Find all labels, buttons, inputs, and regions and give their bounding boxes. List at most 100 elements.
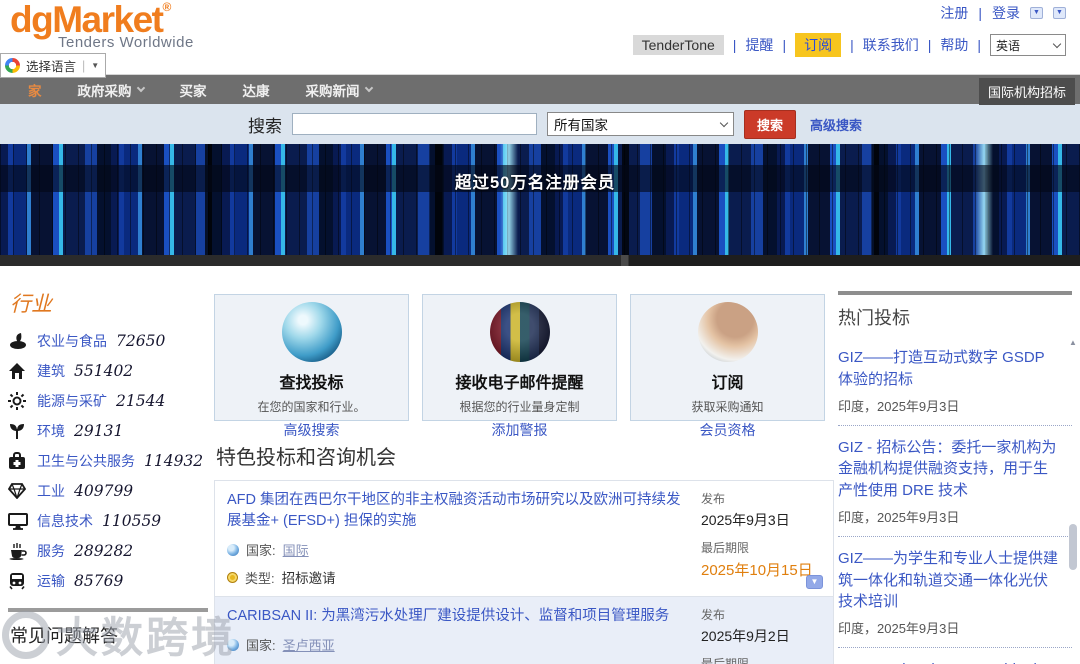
separator: |: [82, 58, 86, 73]
tender-country-line: 国家: 圣卢西亚: [227, 635, 683, 654]
chevron-down-icon: [136, 83, 145, 92]
sidebar-item-health-public-services[interactable]: 卫生与公共服务 114932: [8, 446, 208, 476]
international-tenders-button[interactable]: 国际机构招标: [978, 78, 1075, 105]
sidebar-item-count: 110559: [102, 512, 162, 530]
country-link[interactable]: 国际: [283, 540, 309, 559]
featured-tenders-title: 特色投标和咨询机会: [216, 447, 396, 469]
sidebar-item-agriculture[interactable]: 农业与食品 72650: [8, 326, 208, 356]
sidebar-item-count: 551402: [74, 362, 134, 380]
sidebar-item-energy-mining[interactable]: 能源与采矿 21544: [8, 386, 208, 416]
nav-label: 采购新闻: [305, 83, 360, 99]
hot-tender-link[interactable]: GIZ——打造互动式数字 GSDP 体验的招标: [838, 347, 1060, 391]
industries-sidebar: 行业 农业与食品 72650 建筑 551402 能源与采矿 21544 环境 …: [8, 284, 208, 664]
top-menu: TenderTone | 提醒 | 订阅 | 联系我们 | 帮助 | 英语: [632, 33, 1066, 57]
sidebar-item-information-technology[interactable]: 信息技术 110559: [8, 506, 208, 536]
tender-title-link[interactable]: AFD 集团在西巴尔干地区的非主权融资活动市场研究以及欧洲可持续发展基金+ (E…: [227, 490, 682, 532]
advanced-search-link[interactable]: 高级搜索: [810, 115, 862, 134]
hot-tender-item: Construction d'un Immeuble de Bureaux de…: [838, 648, 1072, 664]
account-dropdown-icon[interactable]: ▼: [1053, 7, 1066, 19]
tender-row: CARIBSAN II: 为黑湾污水处理厂建设提供设计、监督和项目管理服务 国家…: [215, 597, 833, 664]
monitor-icon: [8, 512, 28, 530]
row-expand-icon[interactable]: ▼: [806, 575, 823, 590]
feature-subtitle: 在您的国家和行业。: [257, 400, 366, 414]
nav-item-procurement-news[interactable]: 采购新闻: [305, 80, 373, 100]
nav-item-government-procurement[interactable]: 政府采购: [78, 80, 145, 100]
hot-tender-meta: 印度，2025年9月3日: [838, 509, 960, 525]
feature-title: 查找投标: [279, 375, 344, 392]
chevron-down-icon: [364, 83, 373, 92]
sidebar-item-label: 建筑: [37, 363, 65, 379]
hot-tenders-title: 热门投标: [838, 308, 910, 328]
sidebar-item-label: 卫生与公共服务: [37, 453, 135, 469]
deadline-label: 最后期限: [701, 541, 750, 555]
google-translate-widget[interactable]: 选择语言 | ▼: [0, 53, 107, 78]
house-icon: [8, 362, 28, 380]
add-alert-link[interactable]: 添加警报: [492, 420, 548, 440]
contact-link[interactable]: 联系我们: [863, 35, 919, 55]
nav-item-dakang[interactable]: 达康: [243, 80, 270, 100]
search-input[interactable]: [292, 113, 537, 135]
logo[interactable]: dgMarket® Tenders Worldwide: [10, 1, 194, 51]
hot-tender-link[interactable]: Construction d'un Immeuble de Bureaux de…: [838, 659, 1060, 664]
feature-find-tenders: 查找投标 在您的国家和行业。 高级搜索: [214, 294, 409, 438]
subscribe-link[interactable]: 订阅: [795, 33, 842, 57]
deadline-label: 最后期限: [701, 655, 831, 664]
country-link[interactable]: 圣卢西亚: [283, 635, 335, 654]
search-button[interactable]: 搜索: [744, 109, 797, 139]
banner-caption: 超过50万名注册会员: [455, 174, 616, 192]
advanced-search-link[interactable]: 高级搜索: [284, 420, 340, 440]
hot-tender-meta: 印度，2025年9月3日: [838, 398, 960, 414]
google-icon: [5, 58, 20, 73]
sidebar-item-count: 85769: [74, 572, 124, 590]
feature-title: 接收电子邮件提醒: [455, 375, 584, 392]
sidebar-item-label: 农业与食品: [37, 333, 107, 349]
nav-item-buyers[interactable]: 买家: [180, 80, 207, 100]
nav-label: 家: [28, 83, 42, 99]
featured-tenders-list: AFD 集团在西巴尔干地区的非主权融资活动市场研究以及欧洲可持续发展基金+ (E…: [214, 480, 834, 664]
nav-item-home[interactable]: 家: [28, 80, 42, 100]
membership-link[interactable]: 会员资格: [700, 420, 756, 440]
sidebar-item-count: 114932: [144, 452, 204, 470]
login-dropdown-icon[interactable]: ▼: [1030, 7, 1043, 19]
sidebar-item-industry[interactable]: 工业 409799: [8, 476, 208, 506]
hot-tender-link[interactable]: GIZ——为学生和专业人士提供建筑一体化和轨道交通一体化光伏技术培训: [838, 548, 1060, 613]
sidebar-item-label: 运输: [37, 573, 65, 589]
tender-title-link[interactable]: CARIBSAN II: 为黑湾污水处理厂建设提供设计、监督和项目管理服务: [227, 606, 682, 627]
logo-tagline: Tenders Worldwide: [58, 34, 194, 51]
search-label: 搜索: [248, 116, 282, 136]
sidebar-item-label: 环境: [37, 423, 65, 439]
published-date: 2025年9月3日: [701, 512, 790, 528]
train-icon: [8, 572, 28, 590]
hot-tenders-scrollbar[interactable]: ▲: [1068, 338, 1078, 664]
medical-bag-icon: [8, 452, 28, 470]
country-select[interactable]: 所有国家: [547, 112, 734, 136]
language-select[interactable]: 英语: [990, 34, 1066, 56]
type-label: 类型:: [245, 570, 275, 586]
tendertone-button[interactable]: TenderTone: [632, 35, 724, 55]
register-link[interactable]: 注册: [940, 3, 968, 23]
scroll-up-icon[interactable]: ▲: [1068, 338, 1078, 347]
plant-icon: [8, 422, 28, 440]
country-label: 国家:: [246, 638, 276, 654]
subscribe-pen-icon: [697, 302, 758, 362]
tender-row: AFD 集团在西巴尔干地区的非主权融资活动市场研究以及欧洲可持续发展基金+ (E…: [215, 481, 833, 598]
nav-label: 买家: [179, 83, 207, 99]
scrollbar-thumb[interactable]: [1069, 524, 1077, 570]
separator: |: [977, 37, 981, 53]
sidebar-item-construction[interactable]: 建筑 551402: [8, 356, 208, 386]
sidebar-item-label: 能源与采矿: [37, 393, 107, 409]
country-label: 国家:: [246, 543, 276, 559]
hot-tender-link[interactable]: GIZ - 招标公告：委托一家机构为金融机构提供融资支持，用于生产性使用 DRE…: [838, 437, 1060, 502]
sidebar-item-label: 工业: [37, 483, 65, 499]
alerts-link[interactable]: 提醒: [745, 35, 773, 55]
email-alert-icon: [489, 302, 550, 362]
sidebar-item-transport[interactable]: 运输 85769: [8, 566, 208, 596]
registered-mark-icon: ®: [162, 0, 171, 14]
sidebar-item-environment[interactable]: 环境 29131: [8, 416, 208, 446]
tender-type-line: 类型: 招标邀请: [227, 567, 683, 587]
help-link[interactable]: 帮助: [940, 35, 968, 55]
sidebar-item-label: 信息技术: [37, 513, 93, 529]
sidebar-item-services[interactable]: 服务 289282: [8, 536, 208, 566]
login-link[interactable]: 登录: [992, 3, 1020, 23]
account-links: 注册 | 登录 ▼ ▼: [940, 3, 1066, 23]
